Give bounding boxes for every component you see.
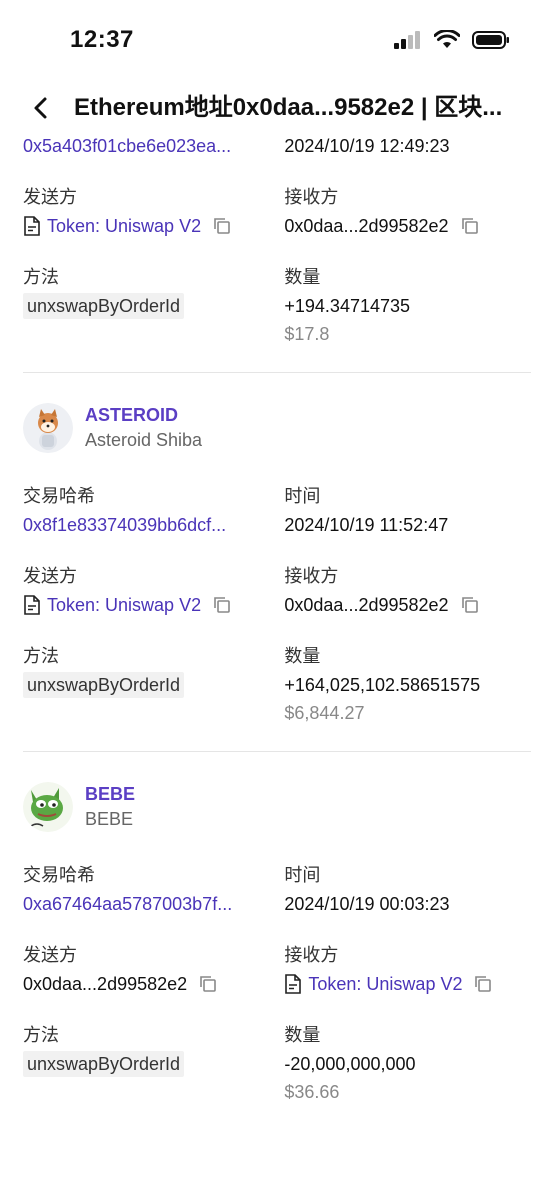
amount-value: +164,025,102.58651575 xyxy=(284,675,481,695)
transaction-item: ASTEROID Asteroid Shiba 交易哈希 0x8f1e83374… xyxy=(0,397,554,751)
page-title: Ethereum地址0x0daa...9582e2 | 区块... xyxy=(74,94,503,121)
status-time: 12:37 xyxy=(70,26,134,53)
from-label: 发送方 xyxy=(23,187,77,207)
amount-value: -20,000,000,000 xyxy=(284,1054,416,1074)
wifi-icon xyxy=(434,30,460,48)
copy-icon[interactable] xyxy=(213,596,231,614)
bebe-token-logo xyxy=(23,782,73,832)
from-address-link[interactable]: Token: Uniswap V2 xyxy=(47,591,201,619)
usd-value: $6,844.27 xyxy=(284,703,365,723)
method-label: 方法 xyxy=(23,1025,59,1045)
tx-hash-link[interactable]: 0x8f1e83374039bb6dcf... xyxy=(23,511,263,539)
amount-label: 数量 xyxy=(284,646,321,666)
battery-icon xyxy=(472,31,509,49)
status-icons xyxy=(394,30,510,50)
nav-bar: Ethereum地址0x0daa...9582e2 | 区块... xyxy=(0,82,554,134)
to-address[interactable]: 0x0daa...2d99582e2 xyxy=(284,212,448,240)
hash-label: 交易哈希 xyxy=(23,486,95,506)
amount-label: 数量 xyxy=(284,1025,321,1045)
token-name: Asteroid Shiba xyxy=(85,430,203,450)
method-badge: unxswapByOrderId xyxy=(23,293,185,319)
usd-value: $36.66 xyxy=(284,1082,340,1102)
token-name: BEBE xyxy=(85,809,134,829)
copy-icon[interactable] xyxy=(199,975,217,993)
contract-doc-icon xyxy=(23,216,41,236)
asteroid-token-logo xyxy=(23,403,73,453)
to-label: 接收方 xyxy=(284,945,339,965)
tx-time: 2024/10/19 11:52:47 xyxy=(284,515,449,535)
contract-doc-icon xyxy=(284,974,302,994)
to-address-link[interactable]: Token: Uniswap V2 xyxy=(308,970,462,998)
tx-time: 2024/10/19 00:03:23 xyxy=(284,894,450,914)
copy-icon[interactable] xyxy=(461,596,479,614)
transaction-item: 交易哈希 0x5a403f01cbe6e023ea... 时间 2024/10/… xyxy=(0,120,554,372)
copy-icon[interactable] xyxy=(213,217,231,235)
to-address[interactable]: 0x0daa...2d99582e2 xyxy=(284,591,448,619)
usd-value: $17.8 xyxy=(284,324,330,344)
divider xyxy=(23,751,531,752)
tx-hash-link[interactable]: 0xa67464aa5787003b7f... xyxy=(23,890,263,918)
transaction-list[interactable]: 交易哈希 0x5a403f01cbe6e023ea... 时间 2024/10/… xyxy=(0,120,554,1200)
hash-label: 交易哈希 xyxy=(23,865,95,885)
from-label: 发送方 xyxy=(23,945,77,965)
method-badge: unxswapByOrderId xyxy=(23,1051,185,1077)
to-label: 接收方 xyxy=(284,566,339,586)
copy-icon[interactable] xyxy=(461,217,479,235)
method-label: 方法 xyxy=(23,646,59,666)
token-header[interactable]: BEBE BEBE xyxy=(23,776,531,838)
to-label: 接收方 xyxy=(284,187,339,207)
token-header[interactable]: ASTEROID Asteroid Shiba xyxy=(23,397,531,459)
contract-doc-icon xyxy=(23,595,41,615)
status-bar: 12:37 xyxy=(0,0,554,80)
tx-hash-link[interactable]: 0x5a403f01cbe6e023ea... xyxy=(23,132,263,160)
amount-label: 数量 xyxy=(284,267,321,287)
time-label: 时间 xyxy=(284,486,321,506)
amount-value: +194.34714735 xyxy=(284,296,411,316)
time-label: 时间 xyxy=(284,865,321,885)
from-address[interactable]: 0x0daa...2d99582e2 xyxy=(23,970,187,998)
from-address-link[interactable]: Token: Uniswap V2 xyxy=(47,212,201,240)
copy-icon[interactable] xyxy=(474,975,492,993)
token-symbol: BEBE xyxy=(85,784,136,804)
tx-time: 2024/10/19 12:49:23 xyxy=(284,136,450,156)
signal-icon xyxy=(394,31,420,49)
method-label: 方法 xyxy=(23,267,59,287)
divider xyxy=(23,372,531,373)
from-label: 发送方 xyxy=(23,566,77,586)
back-button[interactable] xyxy=(24,92,56,124)
transaction-item: BEBE BEBE 交易哈希 0xa67464aa5787003b7f... 时… xyxy=(0,776,554,1106)
back-arrow-icon xyxy=(34,97,47,119)
token-symbol: ASTEROID xyxy=(85,405,179,425)
method-badge: unxswapByOrderId xyxy=(23,672,185,698)
